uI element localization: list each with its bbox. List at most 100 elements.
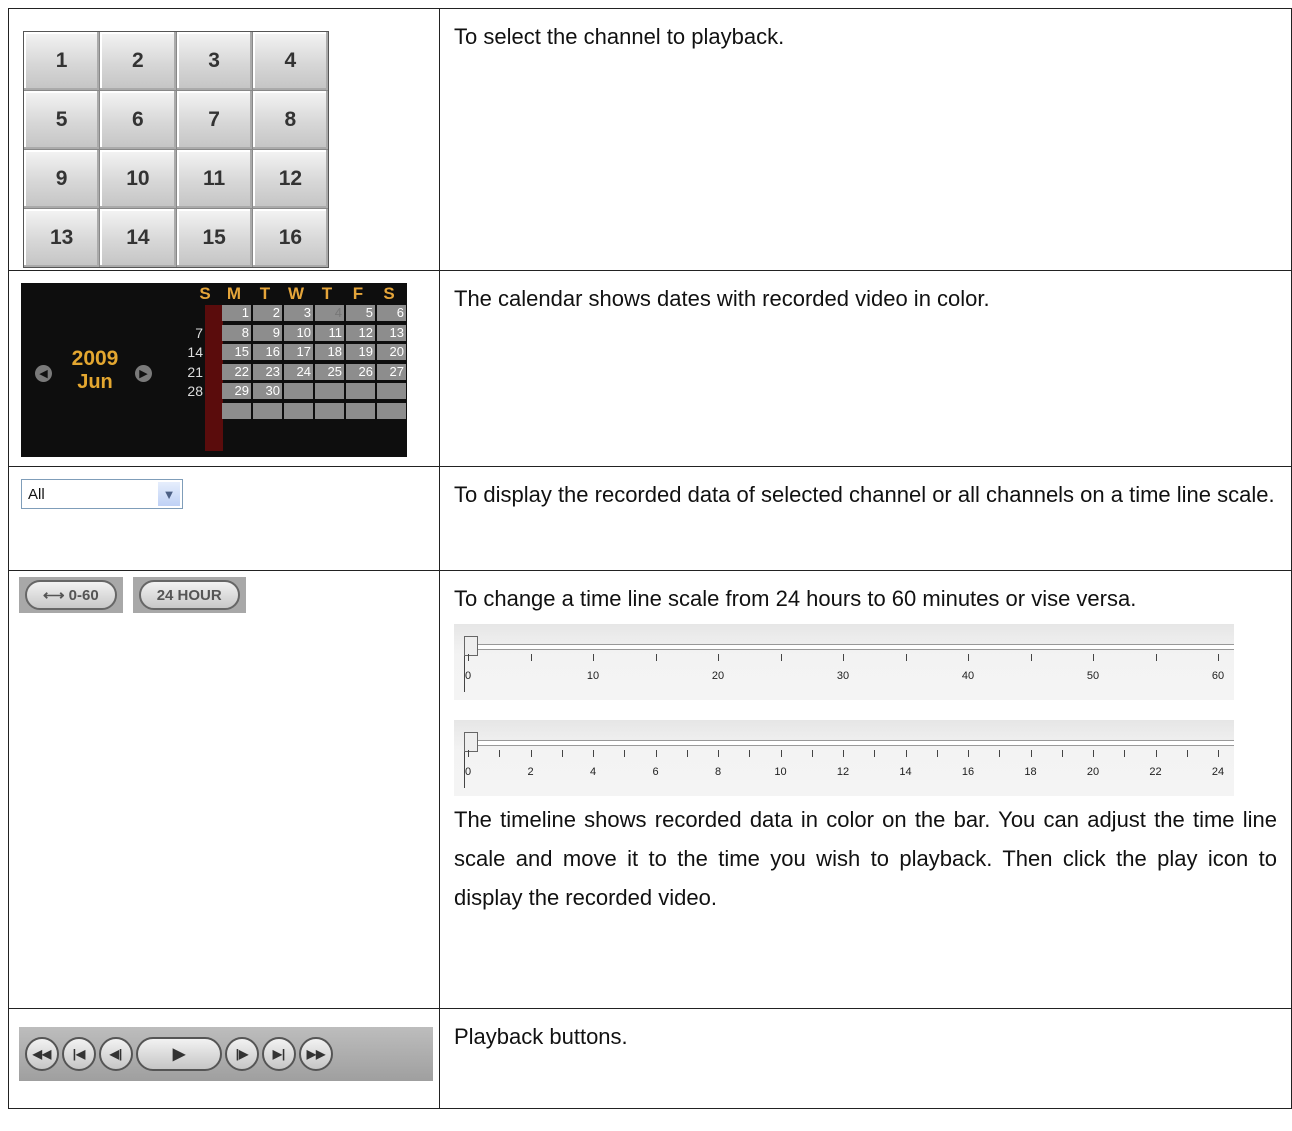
calendar-day[interactable]: 19: [346, 344, 375, 361]
channel-button-13[interactable]: 13: [24, 209, 100, 267]
channel-select[interactable]: All ▼: [21, 479, 183, 509]
timeline-rail: [464, 740, 1234, 746]
channel-button-10[interactable]: 10: [100, 150, 176, 208]
timeline-label: 0: [464, 766, 472, 778]
calendar-day[interactable]: [315, 403, 344, 419]
calendar-day[interactable]: 30: [253, 383, 282, 400]
calendar-day[interactable]: 10: [284, 324, 313, 341]
calendar-day[interactable]: 16: [253, 344, 282, 361]
channel-button-14[interactable]: 14: [100, 209, 176, 267]
step-forward-icon[interactable]: |▶: [225, 1037, 259, 1071]
channel-button-9[interactable]: 9: [24, 150, 100, 208]
calendar-day[interactable]: 5: [346, 305, 375, 321]
calendar-day[interactable]: [315, 383, 344, 400]
calendar-day[interactable]: [377, 403, 406, 419]
timeline-tick: [749, 750, 751, 757]
calendar-day[interactable]: 12: [346, 324, 375, 341]
calendar-day[interactable]: [346, 383, 375, 400]
timeline-hours[interactable]: 0 2 4 6 8 10 12 14 16 18 20 22 24: [454, 720, 1234, 796]
channel-button-7[interactable]: 7: [176, 91, 252, 149]
calendar-day[interactable]: 2: [253, 305, 282, 321]
calendar-day[interactable]: 26: [346, 363, 375, 380]
calendar-day[interactable]: 29: [222, 383, 251, 400]
calendar-day[interactable]: 18: [315, 344, 344, 361]
calendar-day[interactable]: [377, 383, 406, 400]
timeline-tick: [936, 750, 938, 757]
timeline-tick: [561, 750, 563, 757]
play-icon[interactable]: ▶: [136, 1037, 222, 1071]
timeline-tick: [530, 750, 532, 757]
calendar-day[interactable]: 13: [377, 324, 406, 341]
calendar-day[interactable]: 11: [315, 324, 344, 341]
timeline-tick: [780, 654, 782, 661]
calendar-day[interactable]: [253, 403, 282, 419]
hours-scale-button[interactable]: 24 HOUR: [138, 580, 240, 610]
calendar-day[interactable]: 6: [377, 305, 406, 321]
channel-button-15[interactable]: 15: [176, 209, 252, 267]
row-playback: ◀◀ |◀ ◀| ▶ |▶ ▶| ▶▶ Playback buttons.: [8, 1008, 1292, 1109]
channel-button-5[interactable]: 5: [24, 91, 100, 149]
step-back-icon[interactable]: ◀|: [99, 1037, 133, 1071]
fast-forward-icon[interactable]: ▶▶: [299, 1037, 333, 1071]
timeline-label: 20: [711, 670, 725, 682]
minutes-scale-button[interactable]: ⟷ 0-60: [25, 580, 117, 610]
timeline-tick: [1155, 750, 1157, 757]
timeline-tick: [1061, 750, 1063, 757]
calendar-day[interactable]: 25: [315, 363, 344, 380]
calendar-day[interactable]: 20: [377, 344, 406, 361]
calendar-day[interactable]: [284, 383, 313, 400]
calendar-day[interactable]: 4: [315, 305, 344, 321]
calendar-day[interactable]: [284, 403, 313, 419]
timeline-handle[interactable]: [464, 732, 478, 752]
calendar-day[interactable]: 9: [253, 324, 282, 341]
calendar-day[interactable]: 17: [284, 344, 313, 361]
chevron-right-icon[interactable]: ▶: [135, 365, 152, 382]
timeline-label: 60: [1211, 670, 1225, 682]
skip-start-icon[interactable]: |◀: [62, 1037, 96, 1071]
channel-button-16[interactable]: 16: [252, 209, 328, 267]
channel-button-11[interactable]: 11: [176, 150, 252, 208]
timeline-tick: [999, 750, 1001, 757]
calendar-day[interactable]: 3: [284, 305, 313, 321]
calendar-day-header: S: [383, 284, 395, 303]
skip-end-icon[interactable]: ▶|: [262, 1037, 296, 1071]
chevron-left-icon[interactable]: ◀: [35, 365, 52, 382]
timeline-tick: [968, 750, 969, 757]
calendar-day[interactable]: 24: [284, 363, 313, 380]
timeline-handle[interactable]: [464, 636, 478, 656]
timeline-tick: [624, 750, 626, 757]
calendar-day[interactable]: 1: [222, 305, 251, 321]
timeline-tick: [1030, 750, 1032, 757]
timeline-minutes[interactable]: 0 10 20 30 40 50 60: [454, 624, 1234, 700]
calendar-week-start: 21: [187, 363, 203, 380]
channel-button-2[interactable]: 2: [100, 32, 176, 90]
channel-button-4[interactable]: 4: [252, 32, 328, 90]
selector-description: To display the recorded data of selected…: [454, 482, 1275, 507]
timeline-tick: [1218, 654, 1219, 661]
timeline-tick: [530, 654, 532, 661]
timeline-tick: [1093, 750, 1094, 757]
timeline-tick: [843, 654, 844, 661]
calendar-day[interactable]: 8: [222, 324, 251, 341]
timeline-tick: [874, 750, 876, 757]
timeline-tick: [718, 750, 719, 757]
calendar-day[interactable]: 22: [222, 363, 251, 380]
fast-rewind-icon[interactable]: ◀◀: [25, 1037, 59, 1071]
row-calendar: ◀ 2009 Jun ▶ S M T W T F S 1 2 3 4 5 6 7 8 9 10 11 12 13 14 1…: [8, 270, 1292, 467]
channel-button-6[interactable]: 6: [100, 91, 176, 149]
channel-button-12[interactable]: 12: [252, 150, 328, 208]
calendar-day[interactable]: [346, 403, 375, 419]
calendar-day[interactable]: 23: [253, 363, 282, 380]
calendar-day[interactable]: 27: [377, 363, 406, 380]
channel-button-8[interactable]: 8: [252, 91, 328, 149]
calendar-day[interactable]: 15: [222, 344, 251, 361]
calendar-day-header: M: [226, 284, 242, 303]
timeline-tick: [1218, 750, 1219, 757]
calendar-week-start: 7: [195, 324, 203, 341]
channel-button-1[interactable]: 1: [24, 32, 100, 90]
chevron-down-icon[interactable]: ▼: [158, 482, 180, 506]
calendar-day[interactable]: [222, 403, 251, 419]
timeline-label: 22: [1149, 766, 1162, 778]
timeline-tick: [780, 750, 782, 757]
channel-button-3[interactable]: 3: [176, 32, 252, 90]
